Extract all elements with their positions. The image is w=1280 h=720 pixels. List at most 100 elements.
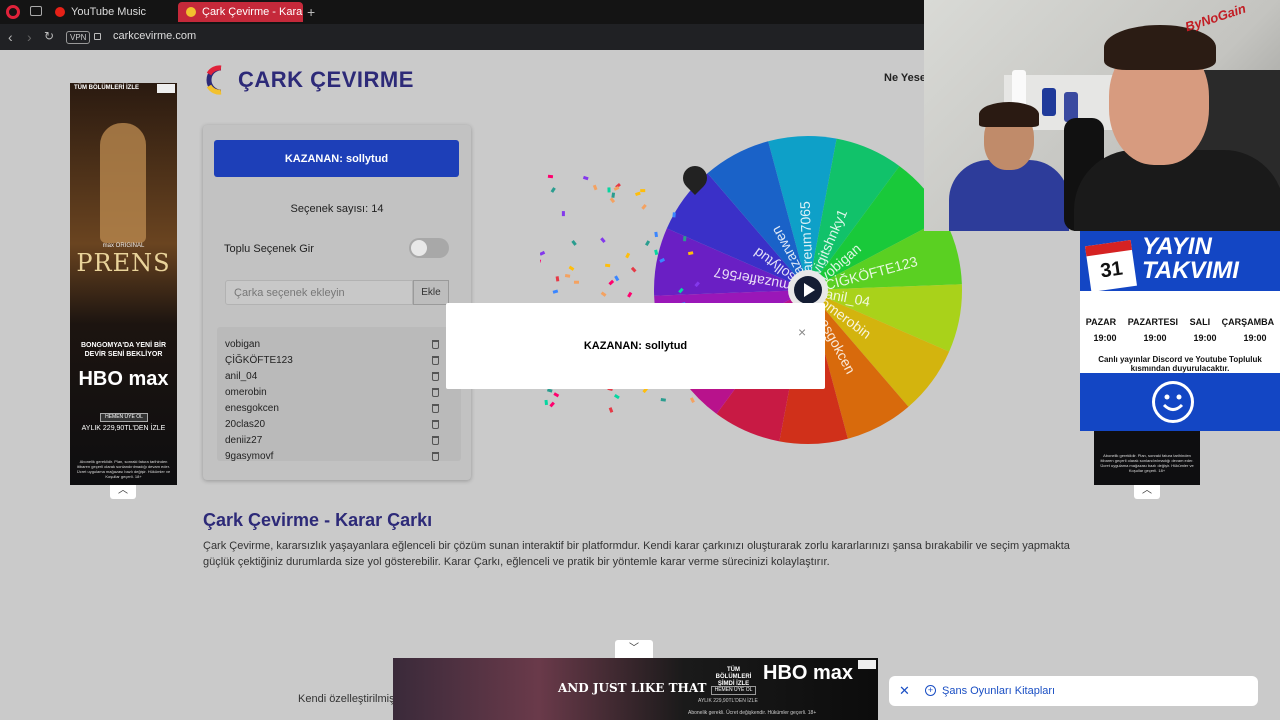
hbo-max-logo: HBO max — [763, 662, 854, 684]
ad-character-image — [100, 123, 146, 243]
back-icon[interactable]: ‹ — [8, 29, 13, 45]
winner-modal: KAZANAN: sollytud × — [446, 303, 825, 389]
section-paragraph: Çark Çevirme, kararsızlık yaşayanlara eğ… — [203, 540, 1070, 568]
schedule-day: ÇARŞAMBA — [1221, 317, 1275, 327]
confetti-piece — [608, 407, 614, 413]
new-tab-icon[interactable]: + — [307, 4, 315, 20]
tab-youtube-music[interactable]: YouTube Music — [47, 2, 175, 22]
list-item: vobigan — [225, 339, 447, 355]
list-item: 20clas20 — [225, 419, 447, 435]
ad-subscribe-button[interactable]: HEMEN ÜYE OL — [711, 686, 756, 695]
plus-circle-icon: + — [925, 685, 936, 696]
left-ad-banner[interactable]: TÜM BÖLÜMLERİ İZLE max ORIGINAL PRENS BO… — [70, 83, 177, 485]
schedule-time: 19:00 — [1243, 333, 1267, 343]
add-option-button[interactable]: Ekle — [413, 280, 449, 305]
trash-icon[interactable] — [432, 340, 439, 349]
trash-icon[interactable] — [432, 388, 439, 397]
smiley-face-icon — [1162, 394, 1184, 411]
promo-toast[interactable]: ✕ + Şans Oyunları Kitapları — [889, 676, 1258, 706]
youtube-music-icon — [55, 7, 65, 17]
schedule-day: SALI — [1189, 317, 1211, 327]
confetti-piece — [614, 275, 620, 282]
winner-button[interactable]: KAZANAN: sollytud — [214, 140, 459, 177]
schedule-note: Canlı yayınlar Discord ve Youtube Toplul… — [1098, 355, 1262, 373]
trash-icon[interactable] — [432, 356, 439, 365]
confetti-piece — [644, 240, 651, 247]
ad-subscribe-button[interactable]: HEMEN ÜYE OL — [100, 413, 148, 422]
toast-label[interactable]: Şans Oyunları Kitapları — [942, 685, 1055, 697]
confetti-effect — [540, 174, 700, 413]
confetti-piece — [660, 398, 666, 402]
footer-text: Kendi özelleştirilmiş — [298, 693, 395, 705]
tab-cark-cevirme[interactable]: Çark Çevirme - Karar Çarkı — [178, 2, 303, 22]
site-favicon-icon — [186, 7, 196, 17]
schedule-time: 19:00 — [1143, 333, 1167, 343]
chevron-up-icon[interactable]: ︿ — [110, 485, 136, 499]
forward-icon[interactable]: › — [27, 29, 32, 45]
option-label: anil_04 — [225, 371, 258, 382]
site-logo-icon[interactable] — [203, 64, 227, 96]
site-title[interactable]: ÇARK ÇEVIRME — [238, 67, 414, 93]
confetti-piece — [690, 397, 695, 404]
vpn-badge[interactable]: VPN — [66, 31, 91, 44]
url-field[interactable]: carkcevirme.com — [113, 30, 196, 42]
confetti-piece — [627, 291, 633, 298]
confetti-piece — [613, 393, 620, 400]
trash-icon[interactable] — [432, 452, 439, 461]
trash-icon[interactable] — [432, 436, 439, 445]
close-icon[interactable]: × — [798, 324, 806, 340]
option-label: vobigan — [225, 339, 261, 350]
confetti-piece — [553, 392, 560, 398]
chevron-up-icon[interactable]: ︿ — [1134, 485, 1160, 499]
confetti-piece — [630, 266, 637, 273]
workspaces-icon[interactable] — [30, 6, 42, 16]
confetti-piece — [561, 211, 565, 217]
ad-choices-icon[interactable] — [157, 84, 175, 93]
trash-icon[interactable] — [432, 404, 439, 413]
streamer-logo: ByNoGain — [1183, 0, 1248, 35]
bottom-ad-banner[interactable]: AND JUST LIKE THAT TÜM BÖLÜMLERİ ŞİMDİ İ… — [393, 658, 878, 720]
list-item: deniiz27 — [225, 435, 447, 451]
reload-icon[interactable]: ↻ — [44, 29, 54, 43]
schedule-time: 19:00 — [1093, 333, 1117, 343]
smiley-icon — [1152, 381, 1194, 423]
confetti-piece — [573, 280, 579, 284]
confetti-piece — [625, 252, 631, 259]
bulk-entry-label: Toplu Seçenek Gir — [224, 243, 314, 255]
option-label: deniiz27 — [225, 435, 263, 446]
confetti-piece — [683, 236, 687, 242]
option-input[interactable]: Çarka seçenek ekleyin — [225, 280, 413, 305]
confetti-piece — [592, 184, 598, 191]
option-label: 9gasymovf — [225, 451, 274, 461]
confetti-piece — [678, 287, 684, 294]
close-icon[interactable]: ✕ — [899, 683, 910, 699]
chevron-down-icon[interactable]: ﹀ — [615, 640, 653, 658]
schedule-time: 19:00 — [1193, 333, 1217, 343]
ad-choices-icon[interactable] — [858, 660, 876, 669]
trash-icon[interactable] — [432, 420, 439, 429]
stream-schedule: 31 YAYIN TAKVIMI PAZAR PAZARTESI SALI ÇA… — [1080, 231, 1280, 431]
person-2-hair-image — [1104, 25, 1216, 70]
right-ad-banner[interactable]: Abonelik gereklidir. Plan, sonraki fatur… — [1094, 431, 1200, 485]
ad-top-text: TÜM BÖLÜMLERİ ŞİMDİ İZLE — [715, 667, 752, 687]
ad-show-title: AND JUST LIKE THAT — [558, 681, 707, 695]
option-count: Seçenek sayısı: 14 — [290, 203, 384, 215]
lock-icon[interactable] — [94, 33, 101, 40]
options-list[interactable]: vobigan ÇİĞKÖFTE123 anil_04 omerobin ene… — [217, 327, 461, 461]
ad-fine-print: Abonelik gerekli. Ücret değişkendir. Hük… — [688, 710, 817, 716]
confetti-piece — [550, 187, 556, 193]
confetti-piece — [571, 240, 577, 246]
opera-menu-icon[interactable] — [6, 5, 20, 19]
confetti-piece — [555, 276, 560, 282]
confetti-piece — [659, 257, 666, 263]
tab-label: Çark Çevirme - Karar Çarkı — [202, 6, 303, 18]
bulk-entry-toggle[interactable] — [409, 238, 449, 258]
trash-icon[interactable] — [432, 372, 439, 381]
ad-price: AYLIK 229,90TL'DEN İZLE — [81, 425, 166, 432]
confetti-piece — [654, 231, 658, 238]
confetti-piece — [544, 399, 548, 406]
options-panel: KAZANAN: sollytud Seçenek sayısı: 14 Top… — [203, 125, 471, 480]
confetti-piece — [568, 265, 575, 271]
ad-top-text: TÜM BÖLÜMLERİ İZLE — [74, 85, 139, 91]
option-label: enesgokcen — [225, 403, 279, 414]
